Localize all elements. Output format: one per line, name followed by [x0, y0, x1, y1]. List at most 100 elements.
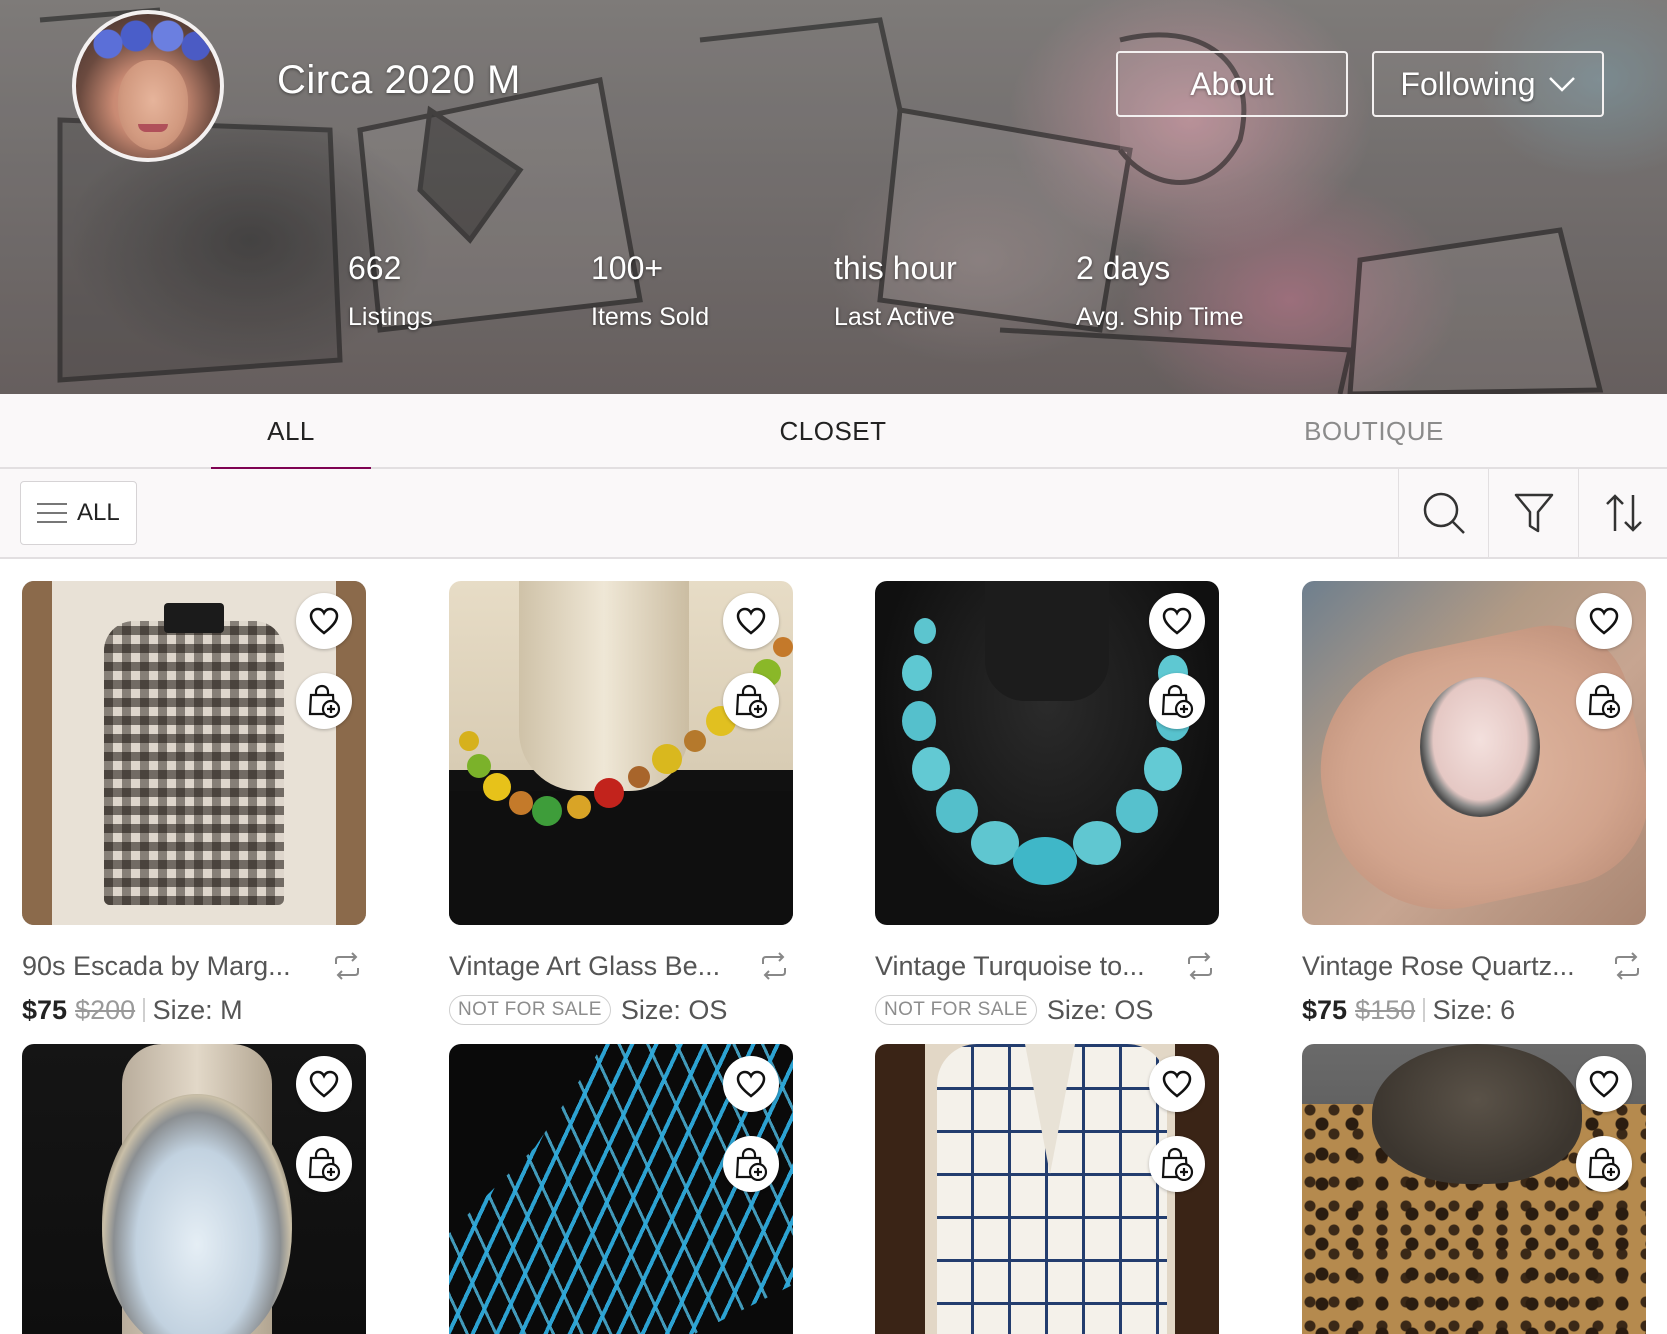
search-icon [1423, 492, 1465, 534]
listing-original-price: $150 [1355, 994, 1416, 1025]
like-button[interactable] [296, 593, 352, 649]
listing-title[interactable]: Vintage Rose Quartz... [1302, 951, 1592, 982]
closet-tabs: ALL CLOSET BOUTIQUE [0, 394, 1667, 471]
heart-icon [309, 1070, 339, 1098]
divider [143, 998, 145, 1022]
avatar-face [118, 60, 188, 150]
stat-ship-time: 2 days Avg. Ship Time [1076, 248, 1244, 334]
listing-image[interactable] [1302, 581, 1646, 925]
share-icon[interactable] [1612, 951, 1642, 981]
heart-icon [736, 1070, 766, 1098]
listing-image-shirt-pattern [104, 621, 284, 905]
listing-image-ring [1420, 677, 1540, 817]
stat-listings: 662 Listings [348, 248, 433, 334]
heart-icon [309, 607, 339, 635]
listing-image[interactable] [1302, 1044, 1646, 1334]
share-icon[interactable] [1185, 951, 1215, 981]
like-button[interactable] [1576, 593, 1632, 649]
category-button[interactable]: ALL [20, 481, 137, 545]
tab-closet[interactable]: CLOSET [733, 394, 933, 469]
stat-last-active-value: this hour [834, 250, 957, 286]
listing-image[interactable] [22, 1044, 366, 1334]
following-button-label: Following [1400, 65, 1536, 102]
listing-image[interactable] [875, 1044, 1219, 1334]
listing-toolbar: ALL [0, 469, 1667, 559]
add-to-bundle-button[interactable] [296, 673, 352, 729]
listing-image[interactable] [449, 581, 793, 925]
following-button[interactable]: Following [1372, 51, 1604, 117]
chevron-down-icon [1548, 77, 1575, 92]
listing-meta: NOT FOR SALE Size: OS [875, 993, 1153, 1027]
tab-all[interactable]: ALL [211, 394, 371, 471]
listing-meta: NOT FOR SALE Size: OS [449, 993, 727, 1027]
like-button[interactable] [1149, 593, 1205, 649]
listing-title[interactable]: Vintage Art Glass Be... [449, 951, 739, 982]
stat-listings-value: 662 [348, 250, 402, 286]
bag-plus-icon [1161, 1147, 1194, 1181]
heart-icon [736, 607, 766, 635]
add-to-bundle-button[interactable] [723, 673, 779, 729]
sort-icon [1605, 494, 1642, 532]
add-to-bundle-button[interactable] [1576, 673, 1632, 729]
stat-items-sold-label: Items Sold [591, 303, 710, 331]
listing-image-cowl-neck [1372, 1044, 1582, 1184]
filter-icon [1514, 493, 1553, 533]
not-for-sale-badge: NOT FOR SALE [449, 995, 611, 1025]
like-button[interactable] [1576, 1056, 1632, 1112]
stat-items-sold: 100+ Items Sold [591, 248, 709, 334]
tab-boutique-label: BOUTIQUE [1304, 416, 1444, 446]
listing-meta: $75 $200 Size: M [22, 993, 243, 1027]
avatar[interactable] [72, 10, 224, 162]
bag-plus-icon [1588, 684, 1621, 718]
like-button[interactable] [723, 1056, 779, 1112]
share-icon[interactable] [759, 951, 789, 981]
bag-plus-icon [308, 1147, 341, 1181]
heart-icon [1589, 1070, 1619, 1098]
listing-size: Size: M [152, 994, 243, 1025]
listing-original-price: $200 [75, 994, 136, 1025]
listing-grid: 90s Escada by Marg... $75 $200 Size: M V… [0, 559, 1667, 1334]
listing-image-collar [164, 603, 224, 633]
add-to-bundle-button[interactable] [1149, 1136, 1205, 1192]
search-button[interactable] [1398, 469, 1488, 557]
not-for-sale-badge: NOT FOR SALE [875, 995, 1037, 1025]
listing-size: Size: OS [1046, 994, 1154, 1025]
avatar-flower-crown [90, 20, 214, 66]
profile-cover: Circa 2020 M About Following 662 Listing… [0, 0, 1667, 394]
filter-button[interactable] [1488, 469, 1578, 557]
like-button[interactable] [723, 593, 779, 649]
tab-closet-label: CLOSET [779, 416, 887, 446]
category-button-label: ALL [77, 499, 120, 526]
listing-image[interactable] [22, 581, 366, 925]
stat-last-active: this hour Last Active [834, 248, 957, 334]
add-to-bundle-button[interactable] [1149, 673, 1205, 729]
listing-size: Size: 6 [1432, 994, 1516, 1025]
listing-size: Size: OS [620, 994, 728, 1025]
shop-name: Circa 2020 M [277, 58, 521, 102]
stat-items-sold-value: 100+ [591, 250, 664, 286]
stat-last-active-label: Last Active [834, 303, 955, 331]
listing-title[interactable]: Vintage Turquoise to... [875, 951, 1165, 982]
add-to-bundle-button[interactable] [1576, 1136, 1632, 1192]
listing-title[interactable]: 90s Escada by Marg... [22, 951, 312, 982]
stat-listings-label: Listings [348, 303, 433, 331]
tab-boutique[interactable]: BOUTIQUE [1274, 394, 1474, 469]
stat-ship-time-label: Avg. Ship Time [1076, 303, 1244, 331]
heart-icon [1162, 1070, 1192, 1098]
bag-plus-icon [735, 684, 768, 718]
divider [1423, 998, 1425, 1022]
add-to-bundle-button[interactable] [296, 1136, 352, 1192]
listing-meta: $75 $150 Size: 6 [1302, 993, 1515, 1027]
add-to-bundle-button[interactable] [723, 1136, 779, 1192]
heart-icon [1589, 607, 1619, 635]
bag-plus-icon [1588, 1147, 1621, 1181]
share-icon[interactable] [332, 951, 362, 981]
like-button[interactable] [1149, 1056, 1205, 1112]
listing-image[interactable] [449, 1044, 793, 1334]
sort-button[interactable] [1578, 469, 1667, 557]
listing-image[interactable] [875, 581, 1219, 925]
stat-ship-time-value: 2 days [1076, 250, 1171, 286]
about-button[interactable]: About [1116, 51, 1348, 117]
listing-price: $75 [22, 994, 68, 1025]
like-button[interactable] [296, 1056, 352, 1112]
